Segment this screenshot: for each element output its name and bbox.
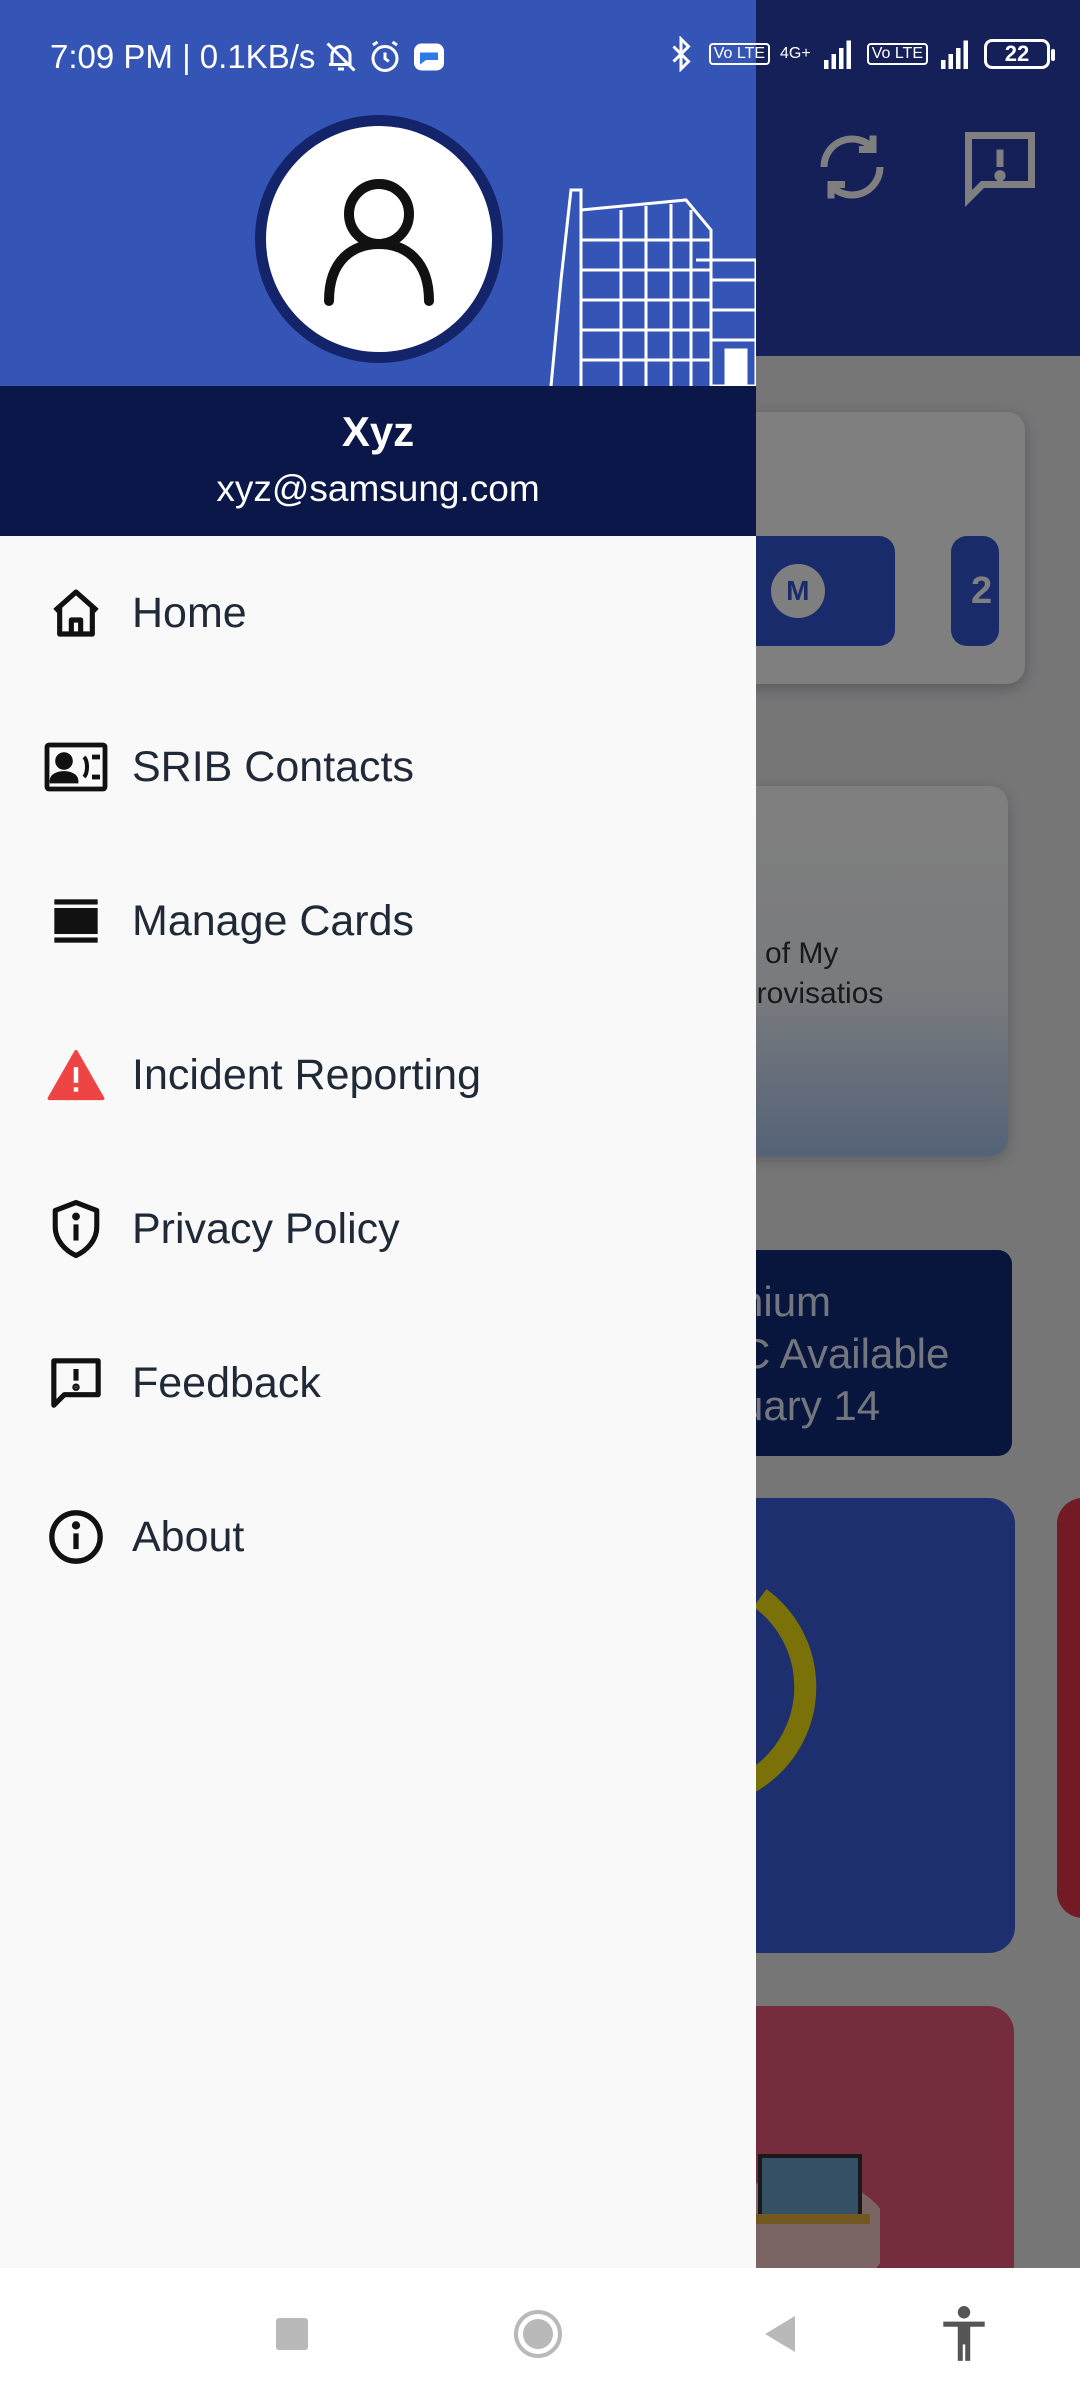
menu-item-about[interactable]: About — [0, 1460, 756, 1614]
user-name: Xyz — [341, 408, 415, 455]
navigation-drawer: Xyz xyz@samsung.com Home SRIB Contacts M… — [0, 0, 756, 2268]
feedback-icon — [44, 1351, 108, 1415]
back-button[interactable] — [749, 2304, 809, 2364]
menu-item-label: Privacy Policy — [132, 1204, 400, 1253]
accessibility-icon — [943, 2306, 985, 2361]
menu-item-privacy-policy[interactable]: Privacy Policy — [0, 1152, 756, 1306]
menu-item-label: Incident Reporting — [132, 1050, 481, 1099]
menu-item-label: Home — [132, 588, 247, 637]
warning-icon — [44, 1043, 108, 1107]
back-triangle-icon — [765, 2316, 795, 2352]
accessibility-button[interactable] — [934, 2304, 994, 2364]
cards-icon — [44, 889, 108, 953]
recents-button[interactable] — [262, 2304, 322, 2364]
square-icon — [276, 2318, 308, 2350]
network-type: 4G+ — [780, 45, 811, 62]
battery-level: 22 — [1004, 41, 1030, 66]
menu-item-label: SRIB Contacts — [132, 742, 414, 791]
signal-icon — [823, 40, 851, 69]
alarm-icon — [371, 40, 399, 72]
system-nav-bar — [0, 2268, 1080, 2400]
menu-item-label: Manage Cards — [132, 896, 415, 945]
mute-bell-icon — [326, 42, 356, 72]
menu-item-manage-cards[interactable]: Manage Cards — [0, 844, 756, 998]
contact-card-icon — [44, 735, 108, 799]
volte-badge-2: Vo LTE — [866, 43, 928, 65]
user-email: xyz@samsung.com — [216, 468, 540, 509]
circle-icon — [514, 2310, 562, 2358]
building-illustration — [549, 188, 756, 386]
menu-item-home[interactable]: Home — [0, 536, 756, 690]
status-bar: 7:09 PM | 0.1KB/s Vo LTE 4G+ Vo LTE 22 — [0, 0, 1080, 118]
menu-item-label: Feedback — [132, 1358, 321, 1407]
signal-icon-2 — [941, 40, 968, 69]
home-button[interactable] — [508, 2304, 568, 2364]
status-time: 7:09 PM | 0.1KB/s — [50, 38, 316, 75]
avatar[interactable] — [255, 115, 503, 363]
menu-item-srib-contacts[interactable]: SRIB Contacts — [0, 690, 756, 844]
battery-icon: 22 — [984, 39, 1055, 69]
home-icon — [44, 581, 108, 645]
menu-item-feedback[interactable]: Feedback — [0, 1306, 756, 1460]
info-icon — [44, 1505, 108, 1569]
drawer-menu: Home SRIB Contacts Manage Cards Incident… — [0, 536, 756, 1614]
user-icon — [324, 179, 434, 306]
user-info: Xyz xyz@samsung.com — [0, 386, 756, 536]
volte-badge: Vo LTE — [708, 43, 771, 65]
menu-item-incident-reporting[interactable]: Incident Reporting — [0, 998, 756, 1152]
bluetooth-icon — [672, 36, 691, 72]
message-app-icon — [414, 43, 445, 71]
menu-item-label: About — [132, 1512, 245, 1561]
shield-info-icon — [44, 1197, 108, 1261]
